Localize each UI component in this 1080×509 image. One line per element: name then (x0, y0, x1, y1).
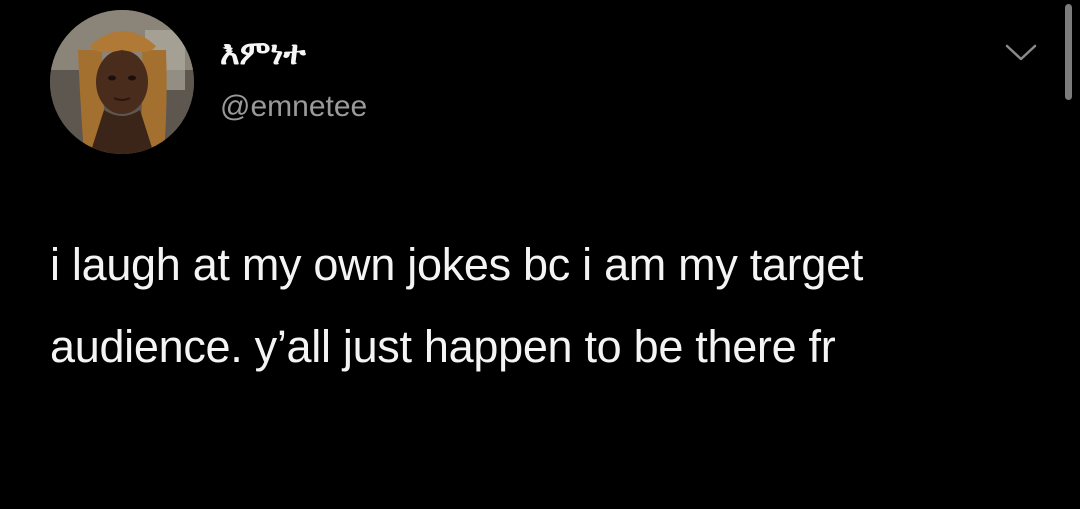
scrollbar[interactable] (1065, 4, 1072, 100)
display-name[interactable]: እምነተ (220, 36, 306, 69)
avatar-photo (50, 10, 194, 154)
chevron-down-icon[interactable] (1004, 42, 1038, 64)
avatar[interactable] (50, 10, 194, 154)
user-handle[interactable]: @emnetee (220, 92, 367, 122)
tweet-text: i laugh at my own jokes bc i am my targe… (50, 239, 864, 372)
tweet-card: እምነተ @emnetee i laugh at my own jokes bc… (0, 0, 1080, 509)
